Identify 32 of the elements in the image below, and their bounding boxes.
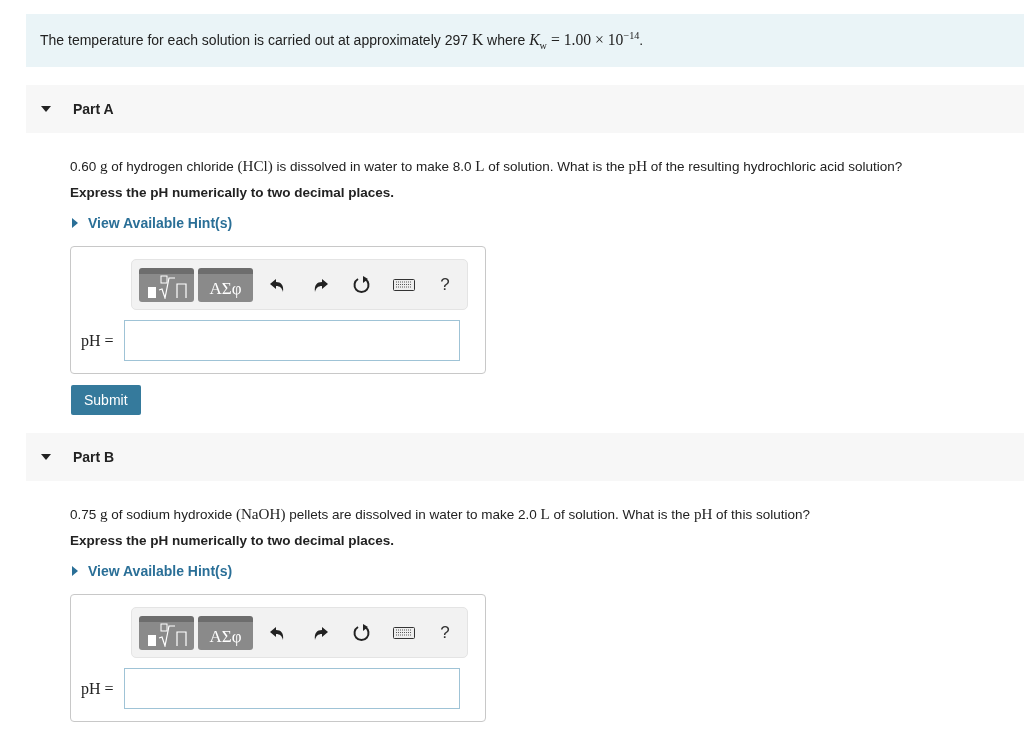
help-button[interactable]: ? <box>425 274 465 295</box>
caret-icon <box>70 566 80 577</box>
undo-icon <box>270 276 286 293</box>
answer-label: pH = <box>81 679 114 698</box>
hint-toggle[interactable]: View Available Hint(s) <box>70 563 233 580</box>
fraction-root-icon <box>145 622 188 647</box>
reset-icon <box>352 274 372 295</box>
answer-field[interactable] <box>123 668 460 710</box>
submit-button[interactable]: Submit <box>71 385 141 416</box>
keyboard-icon <box>393 626 415 639</box>
intro-text: The temperature for each solution is carried out at approximately 297 K where K$_{w}$ = 1.00 × 10$^{−14}$. <box>40 30 645 52</box>
help-button[interactable]: ? <box>425 622 465 643</box>
question-text: 0.60 g of hydrogen chloride (HCl) is dissolved in water to make 8.0 L of solution. What is the pH of the resulting hydrochloric acid solution? <box>70 158 904 176</box>
hint-toggle[interactable]: View Available Hint(s) <box>70 215 233 232</box>
fraction-root-icon <box>145 274 188 299</box>
undo-icon <box>270 624 286 641</box>
templates-button[interactable] <box>139 267 194 302</box>
redo-icon <box>312 276 328 293</box>
redo-icon <box>312 624 328 641</box>
caret-icon <box>70 218 80 229</box>
part-toggle[interactable]: Part B <box>41 449 115 466</box>
part-toggle[interactable]: Part A <box>41 101 114 118</box>
answer-field[interactable] <box>123 320 460 362</box>
keyboard-icon <box>393 278 415 291</box>
symbols-button[interactable]: ΑΣφ <box>198 615 253 650</box>
instruction-text: Express the pH numerically to two decimal places. <box>70 185 396 201</box>
answer-label: pH = <box>81 331 114 350</box>
templates-button[interactable] <box>139 615 194 650</box>
instruction-text: Express the pH numerically to two decimal places. <box>70 533 396 549</box>
question-text: 0.75 g of sodium hydroxide (NaOH) pellets are dissolved in water to make 2.0 L of solution. What is the pH of this solution? <box>70 506 811 524</box>
symbols-button[interactable]: ΑΣφ <box>198 267 253 302</box>
reset-icon <box>352 622 372 643</box>
